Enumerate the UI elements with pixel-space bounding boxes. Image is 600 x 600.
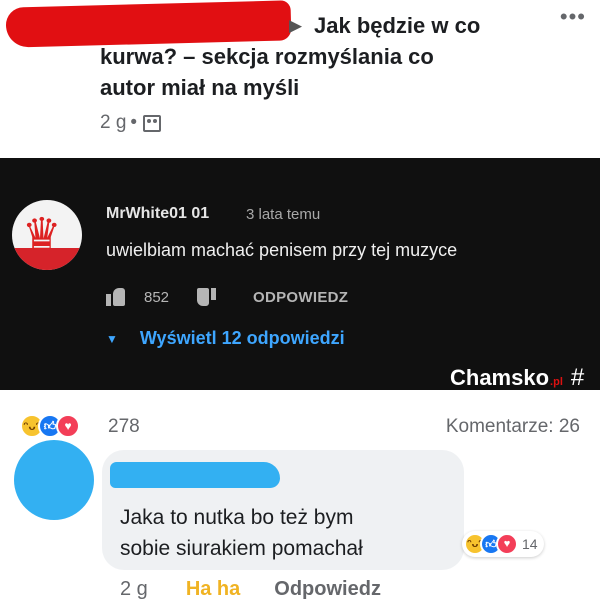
comment-time[interactable]: 2 g [120, 578, 148, 600]
post-time[interactable]: 2 g [100, 112, 126, 134]
yt-reply-button: ODPOWIEDZ [253, 288, 349, 306]
reaction-count[interactable]: 278 [108, 416, 140, 438]
post-meta: 2 g • [100, 112, 162, 134]
thumb-down-icon [197, 288, 217, 306]
redacted-commenter-name [110, 462, 280, 488]
commenter-avatar-redacted[interactable] [14, 440, 94, 520]
thumb-up-icon [106, 288, 126, 306]
comments-count-link[interactable]: Komentarze: 26 [446, 416, 580, 438]
hashtag-icon: # [570, 364, 585, 391]
yt-like-count: 852 [144, 288, 170, 306]
reaction-icons[interactable]: ᵔᴗᵔ 👍︎ ♥ [20, 414, 80, 438]
comment-reaction-count: 14 [522, 536, 538, 552]
post-title-line-2: kurwa? – sekcja rozmyślania co [100, 44, 434, 69]
youtube-comment-screenshot: ♛ MrWhite01 01 3 lata temu uwielbiam mac… [0, 158, 600, 392]
comment-reactions[interactable]: ᵔᴗᵔ 👍︎ ♥ 14 [462, 531, 544, 557]
haha-reaction-button[interactable]: Ha ha [186, 578, 240, 600]
group-privacy-icon [143, 114, 162, 132]
love-reaction-icon: ♥ [496, 533, 518, 555]
more-options-icon[interactable]: ••• [560, 4, 586, 30]
yt-comment-actions: 852 ODPOWIEDZ [106, 288, 348, 306]
reactions-bar: ᵔᴗᵔ 👍︎ ♥ 278 Komentarze: 26 [0, 390, 600, 440]
eagle-emblem-icon: ♛ [12, 200, 82, 270]
reply-button[interactable]: Odpowiedz [274, 578, 381, 600]
comment-text: Jaka to nutka bo też bym sobie siurakiem… [120, 502, 440, 564]
chevron-down-icon: ▼ [106, 331, 118, 346]
yt-view-replies-label: Wyświetl 12 odpowiedzi [139, 328, 345, 348]
post-title-line-3: autor miał na myśli [100, 75, 300, 100]
comment-actions: 2 g Ha ha Odpowiedz [120, 578, 381, 600]
post-title: Jak będzie w co kurwa? – sekcja rozmyśla… [100, 10, 540, 103]
love-reaction-icon: ♥ [56, 414, 80, 438]
post-header: ▶ Jak będzie w co kurwa? – sekcja rozmyś… [0, 0, 600, 158]
yt-comment-time: 3 lata temu [246, 206, 321, 223]
watermark-brand: Chamsko [450, 365, 550, 390]
chamsko-watermark: Chamsko .pl # [450, 364, 584, 392]
eagle-glyph-icon: ♛ [22, 210, 62, 259]
comment-text-line-1: Jaka to nutka bo też bym [120, 506, 354, 529]
yt-view-replies: ▼ Wyświetl 12 odpowiedzi [106, 328, 345, 349]
meta-separator: • [130, 112, 138, 133]
yt-comment-text: uwielbiam machać penisem przy tej muzyce [106, 240, 458, 260]
post-title-line-1: Jak będzie w co [314, 13, 481, 38]
watermark-tld: .pl [550, 376, 563, 388]
comment-text-line-2: sobie siurakiem pomachał [120, 537, 363, 560]
yt-comment-author: MrWhite01 01 [106, 205, 210, 222]
